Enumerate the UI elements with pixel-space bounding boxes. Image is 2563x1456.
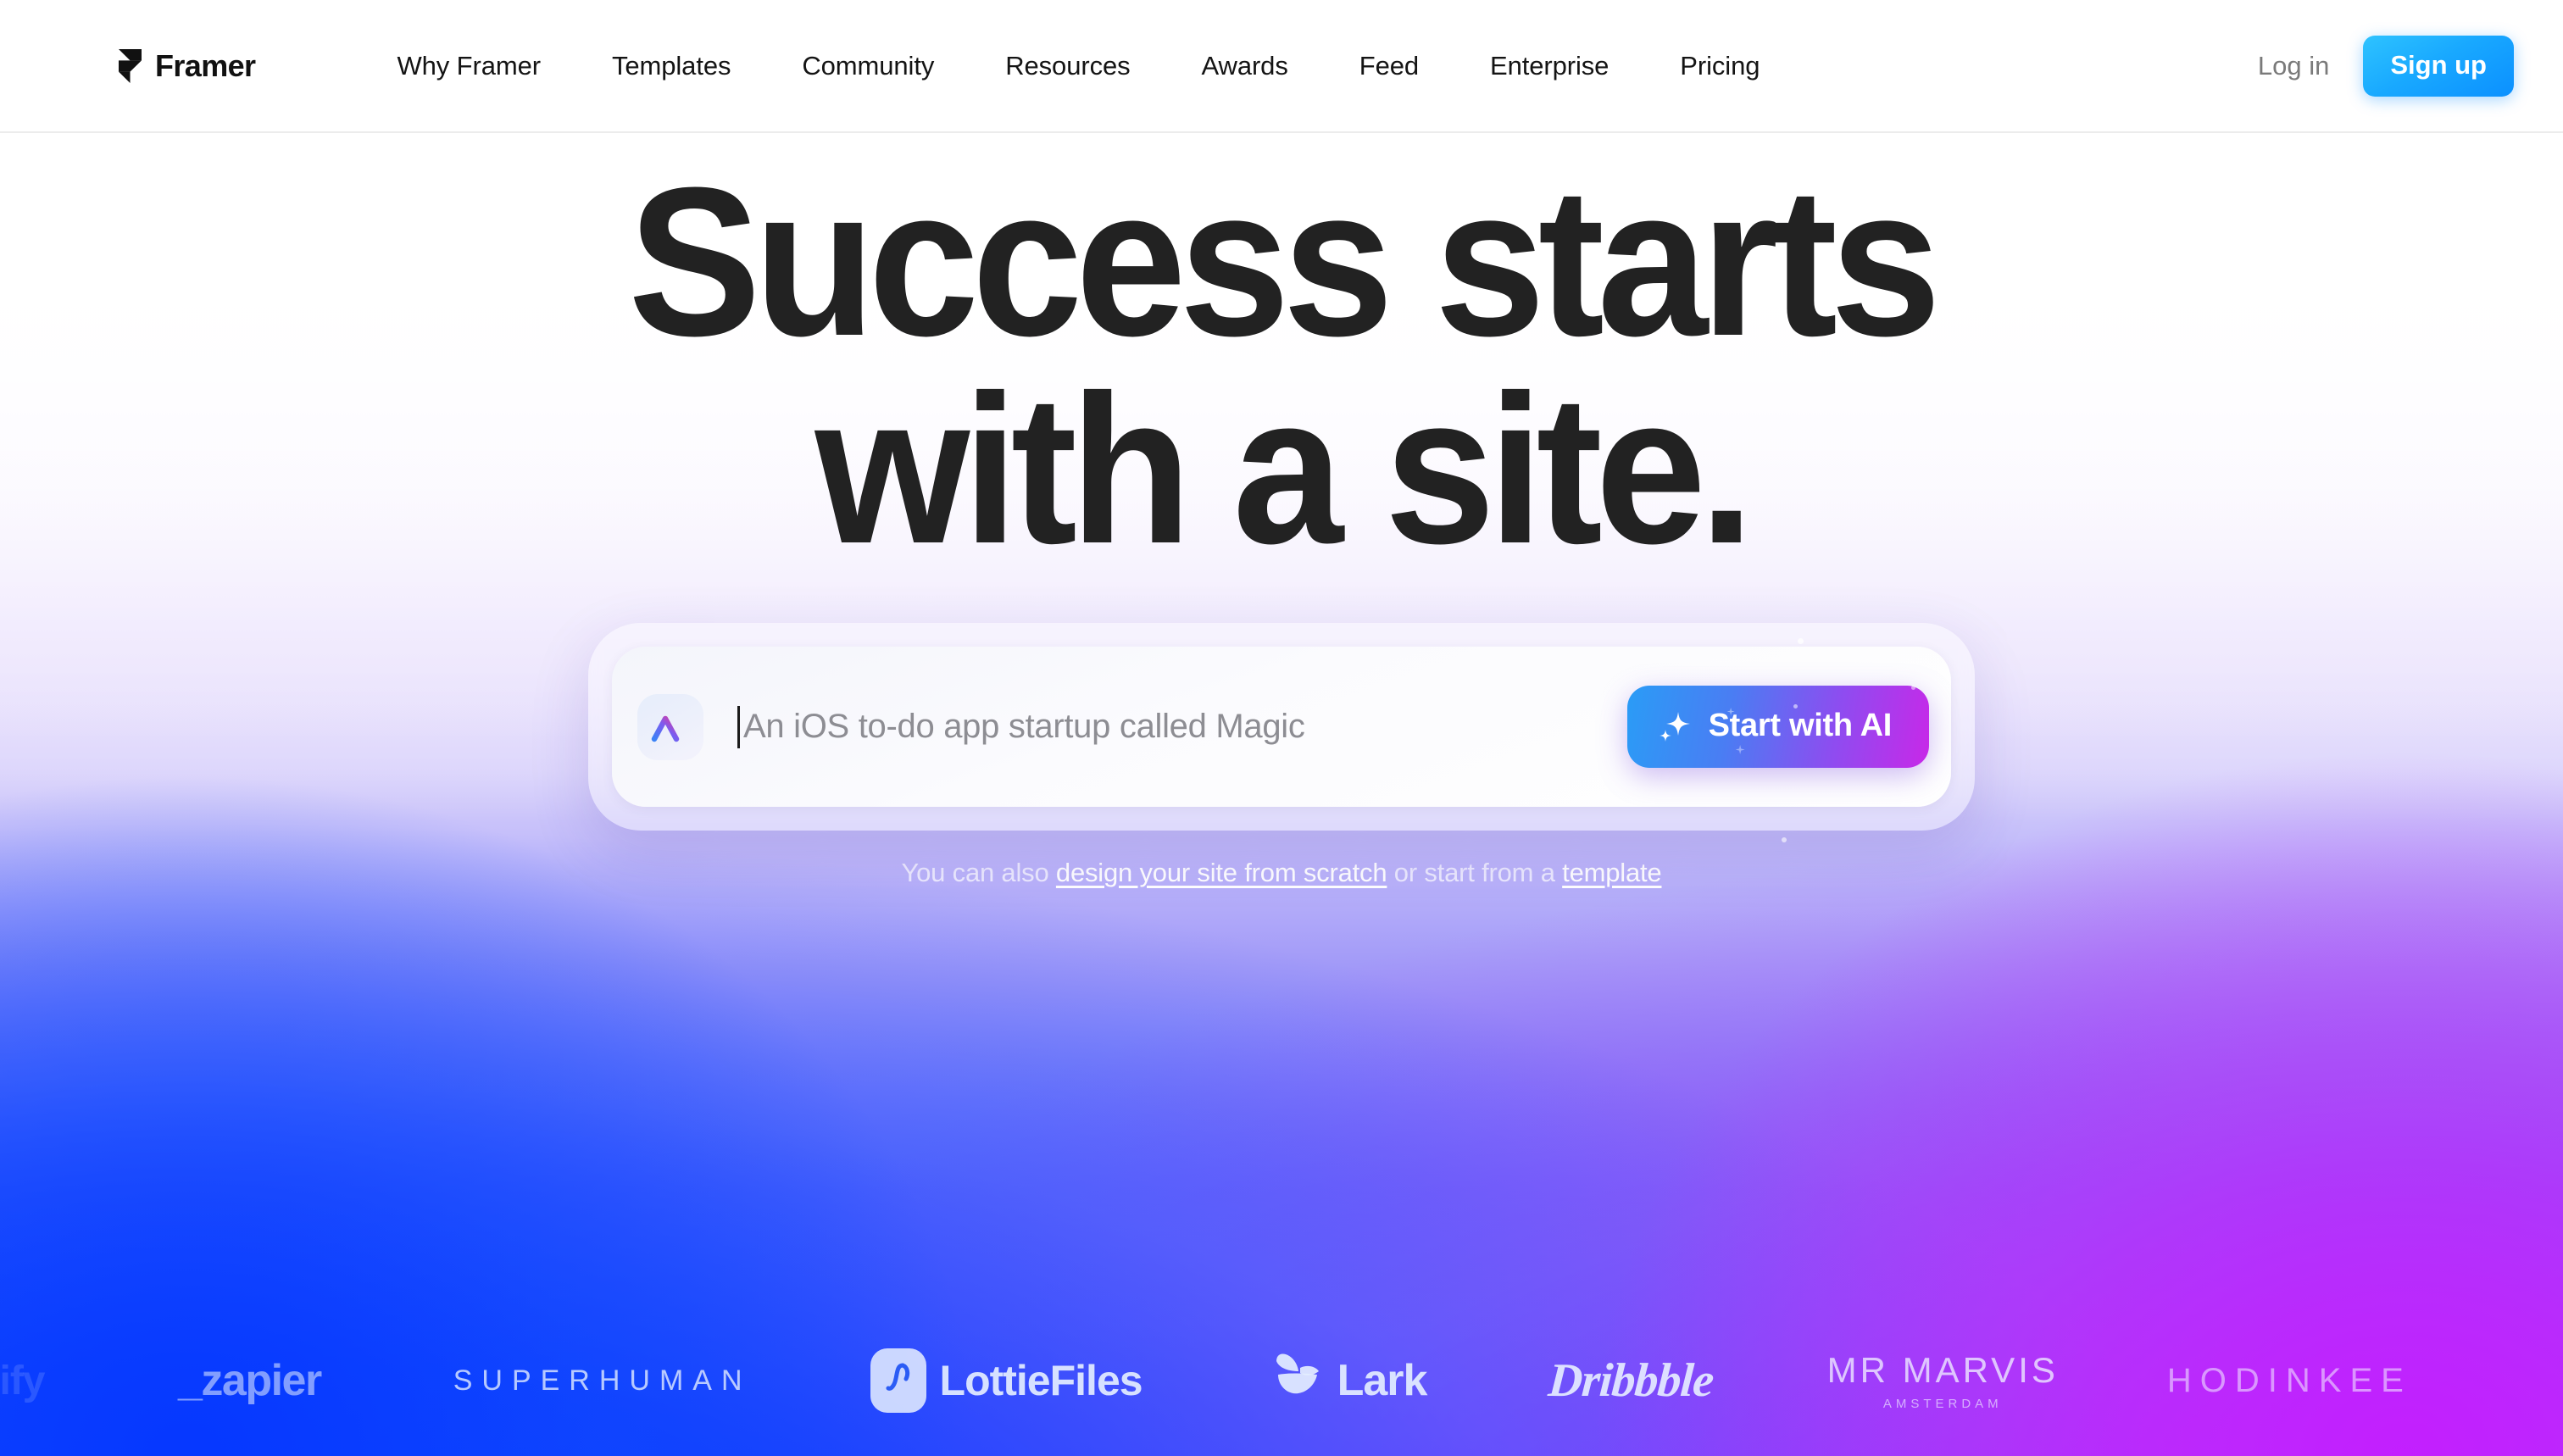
nav-link-community[interactable]: Community bbox=[766, 51, 970, 81]
start-with-ai-label: Start with AI bbox=[1708, 708, 1893, 743]
ambient-sparkle-2 bbox=[1782, 837, 1787, 842]
nav-link-resources[interactable]: Resources bbox=[970, 51, 1165, 81]
logo-ify: ify bbox=[0, 1358, 73, 1404]
nav-link-awards[interactable]: Awards bbox=[1166, 51, 1324, 81]
ai-prompt-input[interactable]: An iOS to-do app startup called Magic bbox=[737, 705, 1627, 748]
ai-triangle-icon bbox=[637, 693, 703, 760]
signup-button[interactable]: Sign up bbox=[2363, 35, 2514, 97]
nav-link-feed[interactable]: Feed bbox=[1324, 51, 1454, 81]
design-from-scratch-link[interactable]: design your site from scratch bbox=[1056, 858, 1387, 887]
subline-middle: or start from a bbox=[1387, 858, 1563, 887]
logo-mr-marvis-subtext: AMSTERDAM bbox=[1882, 1397, 2003, 1411]
logo-hodinkee-text: HODINKEE bbox=[2166, 1361, 2412, 1399]
logo-lark-text: Lark bbox=[1337, 1356, 1428, 1405]
hero-headline: Success starts with a site. bbox=[629, 156, 1942, 587]
framer-logo-icon bbox=[119, 48, 142, 83]
start-with-ai-button[interactable]: Start with AI bbox=[1626, 686, 1929, 768]
subline-prefix: You can also bbox=[901, 858, 1056, 887]
button-sparkle-star-2 bbox=[1735, 745, 1745, 754]
brand-logo[interactable]: Framer bbox=[119, 47, 256, 84]
lark-bird-icon bbox=[1270, 1348, 1326, 1414]
nav-account-actions: Log in Sign up bbox=[2224, 35, 2514, 97]
nav-link-why-framer[interactable]: Why Framer bbox=[361, 51, 576, 81]
nav-link-pricing[interactable]: Pricing bbox=[1644, 51, 1795, 81]
logo-lark: Lark bbox=[1270, 1348, 1427, 1414]
sparkle-icon bbox=[1658, 709, 1692, 743]
top-navigation-bar: Framer Why Framer Templates Community Re… bbox=[0, 0, 2563, 133]
logo-mr-marvis: MR MARVIS AMSTERDAM bbox=[1827, 1350, 2059, 1411]
logo-dribbble-text: Dribbble bbox=[1547, 1354, 1715, 1407]
logo-ify-text: ify bbox=[0, 1358, 46, 1403]
logo-zapier-text: _zapier bbox=[178, 1356, 322, 1405]
text-caret bbox=[737, 705, 740, 748]
framer-landing-page: Framer Why Framer Templates Community Re… bbox=[0, 0, 2563, 1456]
ai-prompt-placeholder: An iOS to-do app startup called Magic bbox=[743, 708, 1305, 745]
logo-superhuman: SUPERHUMAN bbox=[453, 1364, 752, 1398]
hero-content: Success starts with a site. An iOS to-do… bbox=[0, 133, 2563, 1456]
logo-dribbble: Dribbble bbox=[1547, 1353, 1715, 1408]
ai-prompt-card[interactable]: An iOS to-do app startup called Magic St… bbox=[612, 647, 1951, 807]
lottiefiles-mark-icon bbox=[870, 1348, 926, 1413]
logo-superhuman-text: SUPERHUMAN bbox=[453, 1364, 752, 1397]
login-link[interactable]: Log in bbox=[2224, 51, 2363, 81]
hero-subline: You can also design your site from scrat… bbox=[902, 858, 1662, 888]
logo-lottiefiles: LottieFiles bbox=[870, 1348, 1143, 1413]
nav-links: Why Framer Templates Community Resources… bbox=[361, 51, 1795, 81]
ai-prompt-container: An iOS to-do app startup called Magic St… bbox=[588, 623, 1975, 842]
customer-logo-strip: ify _zapier SUPERHUMAN LottieFiles Lark … bbox=[0, 1305, 2563, 1456]
nav-link-templates[interactable]: Templates bbox=[576, 51, 766, 81]
template-link[interactable]: template bbox=[1562, 858, 1662, 887]
logo-lottiefiles-text: LottieFiles bbox=[939, 1357, 1143, 1404]
headline-line-1: Success starts bbox=[628, 143, 1942, 380]
ai-prompt-frame: An iOS to-do app startup called Magic St… bbox=[588, 623, 1975, 831]
nav-link-enterprise[interactable]: Enterprise bbox=[1454, 51, 1644, 81]
brand-name: Framer bbox=[155, 47, 256, 83]
logo-zapier: _zapier bbox=[178, 1355, 322, 1406]
logo-mr-marvis-text: MR MARVIS bbox=[1826, 1350, 2059, 1390]
headline-line-2: with a site. bbox=[815, 351, 1754, 587]
logo-hodinkee: HODINKEE bbox=[2167, 1362, 2412, 1400]
hero-section: Success starts with a site. An iOS to-do… bbox=[0, 133, 2563, 1456]
